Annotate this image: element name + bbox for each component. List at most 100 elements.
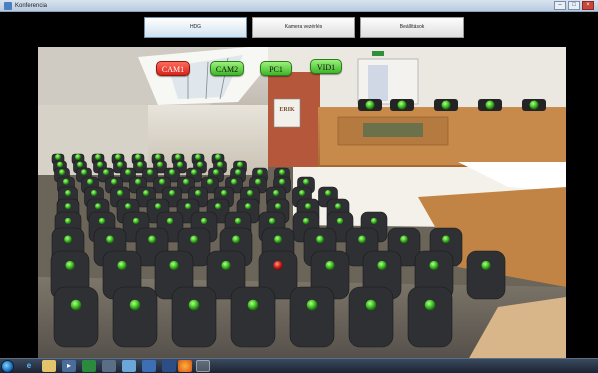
seat-indicator[interactable] <box>103 169 109 176</box>
podium-seat-indicator[interactable] <box>441 100 451 110</box>
seat-indicator[interactable] <box>70 299 82 311</box>
menu-button-camera-control[interactable]: Kamera vezérlés <box>252 17 355 38</box>
seat-indicator[interactable] <box>129 299 141 311</box>
seat-indicator[interactable] <box>117 190 123 196</box>
seat-indicator[interactable] <box>255 178 261 185</box>
seat-indicator[interactable] <box>221 190 227 196</box>
maximize-button[interactable]: □ <box>568 1 580 10</box>
seat-indicator[interactable] <box>365 299 377 311</box>
seat-indicator[interactable] <box>169 169 175 176</box>
seat-indicator[interactable] <box>442 235 450 244</box>
seat-indicator[interactable] <box>87 178 93 185</box>
seat-indicator[interactable] <box>247 190 253 196</box>
seat-indicator[interactable] <box>57 161 63 168</box>
camera-app-icon[interactable] <box>196 360 210 372</box>
podium-seat-indicator[interactable] <box>529 100 539 110</box>
seat-indicator[interactable] <box>247 299 259 311</box>
media-icon[interactable]: ▸ <box>62 360 76 372</box>
seat-indicator[interactable] <box>65 190 71 196</box>
seat-indicator[interactable] <box>65 203 71 210</box>
seat-indicator[interactable] <box>279 178 285 185</box>
start-orb-icon[interactable] <box>1 360 14 373</box>
podium-seat-indicator[interactable] <box>397 100 407 110</box>
seat-indicator[interactable] <box>97 161 103 168</box>
podium-seat-indicator[interactable] <box>485 100 495 110</box>
explorer-icon[interactable] <box>42 360 56 372</box>
seat-indicator[interactable] <box>215 154 221 160</box>
seat-indicator[interactable] <box>75 154 81 160</box>
network-icon[interactable] <box>102 360 116 372</box>
seat-indicator[interactable] <box>132 217 140 225</box>
seat-indicator[interactable] <box>336 217 344 225</box>
seat-indicator[interactable] <box>306 299 318 311</box>
ie-icon[interactable]: e <box>22 360 36 372</box>
seat-indicator[interactable] <box>235 169 241 176</box>
seat-indicator[interactable] <box>273 190 279 196</box>
seat-indicator[interactable] <box>195 190 201 196</box>
seat-indicator[interactable] <box>81 169 87 176</box>
seat-indicator[interactable] <box>279 169 285 176</box>
seat-indicator[interactable] <box>188 299 200 311</box>
seat-indicator[interactable] <box>95 154 101 160</box>
seat-indicator[interactable] <box>135 178 141 185</box>
seat-indicator[interactable] <box>125 169 131 176</box>
seat-indicator[interactable] <box>377 260 387 270</box>
seat-indicator[interactable] <box>213 169 219 176</box>
firefox-icon[interactable] <box>178 360 192 372</box>
podium-seat-indicator[interactable] <box>365 100 375 110</box>
seat-indicator[interactable] <box>98 217 106 225</box>
seat-indicator[interactable] <box>481 260 491 270</box>
seat-indicator[interactable] <box>429 260 439 270</box>
word-icon[interactable] <box>142 360 156 372</box>
seat-indicator[interactable] <box>195 154 201 160</box>
seat-indicator[interactable] <box>185 203 191 210</box>
seat-indicator[interactable] <box>55 154 61 160</box>
seat-indicator[interactable] <box>117 161 123 168</box>
seat-indicator[interactable] <box>111 178 117 185</box>
seat-indicator[interactable] <box>148 235 156 244</box>
seat-indicator[interactable] <box>191 169 197 176</box>
seat-indicator[interactable] <box>217 161 223 168</box>
seat-indicator[interactable] <box>137 161 143 168</box>
seat-indicator[interactable] <box>183 178 189 185</box>
seat-indicator-selected[interactable] <box>273 260 283 270</box>
seat-indicator[interactable] <box>370 217 378 225</box>
seat-indicator[interactable] <box>177 161 183 168</box>
seat-indicator[interactable] <box>115 154 121 160</box>
seat-indicator[interactable] <box>91 190 97 196</box>
seat-indicator[interactable] <box>231 178 237 185</box>
seat-indicator[interactable] <box>197 161 203 168</box>
device-button-cam2[interactable]: CAM2 <box>210 61 244 76</box>
seat-indicator[interactable] <box>95 203 101 210</box>
seat-indicator[interactable] <box>325 260 335 270</box>
seat-indicator[interactable] <box>147 169 153 176</box>
seat-indicator[interactable] <box>159 178 165 185</box>
seat-indicator[interactable] <box>358 235 366 244</box>
seat-indicator[interactable] <box>77 161 83 168</box>
excel-icon[interactable] <box>82 360 96 372</box>
seat-indicator[interactable] <box>169 190 175 196</box>
app-icon[interactable] <box>122 360 136 372</box>
seat-indicator[interactable] <box>335 203 341 210</box>
minimize-button[interactable]: – <box>554 1 566 10</box>
menu-button-settings[interactable]: Beállítások <box>360 17 464 38</box>
seat-indicator[interactable] <box>221 260 231 270</box>
seat-indicator[interactable] <box>245 203 251 210</box>
seat-indicator[interactable] <box>155 154 161 160</box>
seat-indicator[interactable] <box>234 217 242 225</box>
seat-indicator[interactable] <box>64 235 72 244</box>
seat-indicator[interactable] <box>424 299 436 311</box>
seat-indicator[interactable] <box>237 161 243 168</box>
device-button-cam1[interactable]: CAM1 <box>156 61 190 76</box>
seat-indicator[interactable] <box>64 217 72 225</box>
seat-indicator[interactable] <box>257 169 263 176</box>
seat-indicator[interactable] <box>299 190 305 196</box>
seat-indicator[interactable] <box>275 203 281 210</box>
seat-indicator[interactable] <box>143 190 149 196</box>
seat-indicator[interactable] <box>232 235 240 244</box>
seat-indicator[interactable] <box>302 217 310 225</box>
menu-button-hdg[interactable]: HDG <box>144 17 247 38</box>
seat-indicator[interactable] <box>190 235 198 244</box>
seat-indicator[interactable] <box>155 203 161 210</box>
seat-indicator[interactable] <box>207 178 213 185</box>
